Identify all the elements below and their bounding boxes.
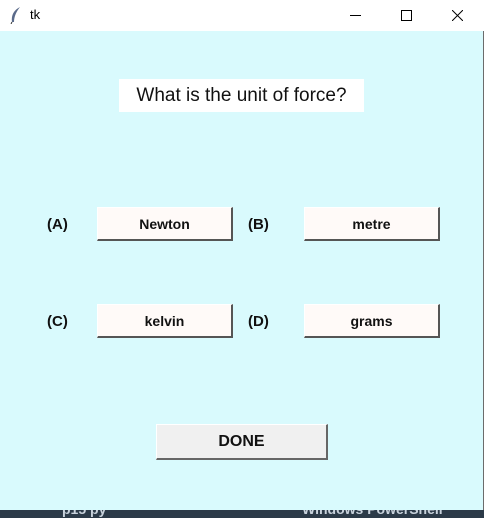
option-c-button[interactable]: kelvin [97,304,233,338]
minimize-icon [350,15,361,16]
question-label: What is the unit of force? [119,79,364,112]
option-a-label: (A) [47,216,68,233]
option-b-button[interactable]: metre [304,207,440,241]
maximize-button[interactable] [383,0,429,31]
option-d-button[interactable]: grams [304,304,440,338]
close-icon [452,10,463,21]
option-d-label: (D) [248,313,269,330]
feather-icon [10,7,20,24]
close-button[interactable] [434,0,480,31]
app-window: tk What is the unit of force? (A) Newton… [0,0,484,510]
option-c-label: (C) [47,313,68,330]
title-bar[interactable]: tk [0,0,484,31]
done-button[interactable]: DONE [156,424,328,460]
minimize-button[interactable] [332,0,378,31]
window-title: tk [30,7,41,22]
maximize-icon [401,10,412,21]
option-a-button[interactable]: Newton [97,207,233,241]
option-b-label: (B) [248,216,269,233]
